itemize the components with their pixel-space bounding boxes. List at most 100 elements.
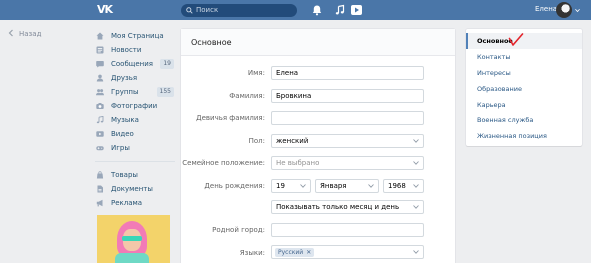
search-input[interactable]: Поиск bbox=[181, 4, 297, 17]
play-icon bbox=[355, 7, 359, 13]
back-label: Назад bbox=[19, 30, 42, 38]
maiden-name-field[interactable] bbox=[271, 111, 424, 125]
birth-month-value: Января bbox=[320, 182, 347, 190]
menu-item-label: Моя Страница bbox=[111, 32, 164, 40]
marital-status-select[interactable]: Не выбрано bbox=[271, 156, 424, 170]
menu-item-my-page[interactable]: Моя Страница bbox=[95, 29, 175, 43]
nav-item-education[interactable]: Образование bbox=[466, 81, 582, 97]
menu-item-label: Видео bbox=[111, 130, 134, 138]
chevron-down-icon bbox=[300, 184, 306, 188]
gender-select[interactable]: женский bbox=[271, 134, 424, 148]
gender-value: женский bbox=[276, 137, 309, 145]
menu-item-games[interactable]: Игры bbox=[95, 141, 175, 155]
birth-day-value: 19 bbox=[276, 182, 285, 190]
section-nav: Основное Контакты Интересы Образование К… bbox=[466, 29, 582, 146]
music-icon[interactable] bbox=[334, 4, 346, 16]
vk-logo[interactable]: VK bbox=[97, 4, 115, 16]
search-icon bbox=[186, 7, 193, 14]
top-bar: VK Поиск Елена bbox=[0, 0, 591, 20]
game-icon bbox=[96, 146, 104, 151]
menu-item-label: Группы bbox=[111, 88, 139, 96]
marital-status-value: Не выбрано bbox=[276, 159, 320, 167]
birth-month-select[interactable]: Января bbox=[315, 179, 379, 193]
birthday-visibility-select[interactable]: Показывать только месяц и день bbox=[271, 200, 424, 214]
menu-item-goods[interactable]: Товары bbox=[95, 168, 175, 182]
megaphone-icon bbox=[96, 199, 103, 207]
gender-label: Пол: bbox=[248, 137, 265, 145]
menu-item-label: Друзья bbox=[111, 74, 138, 82]
video-icon bbox=[96, 131, 104, 137]
camera-icon bbox=[96, 103, 104, 109]
menu-item-label: Реклама bbox=[111, 199, 143, 207]
music-icon bbox=[96, 116, 104, 124]
ad-figure-body bbox=[115, 253, 149, 263]
menu-item-groups[interactable]: Группы 155 bbox=[95, 85, 175, 99]
maiden-name-label: Девичья фамилия: bbox=[196, 114, 265, 122]
nav-item-military[interactable]: Военная служба bbox=[466, 112, 582, 128]
birthday-label: День рождения: bbox=[204, 182, 265, 190]
birth-year-select[interactable]: 1968 bbox=[383, 179, 424, 193]
birth-day-select[interactable]: 19 bbox=[271, 179, 311, 193]
menu-item-label: Документы bbox=[111, 185, 153, 193]
menu-item-label: Товары bbox=[111, 171, 138, 179]
groups-count-badge: 155 bbox=[156, 87, 174, 97]
menu-item-label: Новости bbox=[111, 46, 142, 54]
hometown-field[interactable] bbox=[271, 223, 424, 237]
left-menu: Моя Страница Новости Сообщения 19 Друзья… bbox=[95, 29, 175, 210]
play-button[interactable] bbox=[351, 5, 362, 15]
menu-item-friends[interactable]: Друзья bbox=[95, 71, 175, 85]
last-name-field[interactable]: Бровкина bbox=[271, 89, 424, 103]
chevron-down-icon bbox=[413, 205, 419, 209]
avatar[interactable] bbox=[556, 2, 572, 18]
back-link[interactable]: Назад bbox=[8, 29, 41, 39]
chevron-down-icon bbox=[413, 184, 419, 188]
nav-item-interests[interactable]: Интересы bbox=[466, 65, 582, 81]
search-placeholder: Поиск bbox=[196, 6, 219, 14]
menu-divider bbox=[95, 161, 175, 162]
first-name-field[interactable]: Елена bbox=[271, 66, 424, 80]
menu-item-documents[interactable]: Документы bbox=[95, 182, 175, 196]
friend-icon bbox=[96, 74, 104, 82]
menu-item-music[interactable]: Музыка bbox=[95, 113, 175, 127]
ad-figure-glasses bbox=[122, 236, 142, 241]
chevron-down-icon[interactable] bbox=[575, 8, 580, 13]
nav-item-career[interactable]: Карьера bbox=[466, 97, 582, 113]
card-header: Основное bbox=[181, 29, 455, 56]
messages-count-badge: 19 bbox=[160, 59, 174, 69]
marital-status-label: Семейное положение: bbox=[182, 159, 265, 167]
languages-select[interactable]: Русский ✕ bbox=[271, 245, 424, 259]
language-chip[interactable]: Русский ✕ bbox=[275, 248, 315, 257]
menu-item-news[interactable]: Новости bbox=[95, 43, 175, 57]
menu-item-label: Игры bbox=[111, 144, 130, 152]
menu-item-label: Фотографии bbox=[111, 102, 158, 110]
nav-item-contacts[interactable]: Контакты bbox=[466, 49, 582, 65]
shop-icon bbox=[96, 171, 104, 179]
remove-icon[interactable]: ✕ bbox=[306, 249, 311, 256]
menu-item-video[interactable]: Видео bbox=[95, 127, 175, 141]
menu-item-messages[interactable]: Сообщения 19 bbox=[95, 57, 175, 71]
home-icon bbox=[96, 32, 104, 40]
group-icon bbox=[96, 89, 104, 96]
checkmark-icon bbox=[508, 33, 524, 46]
birthday-visibility-value: Показывать только месяц и день bbox=[276, 203, 400, 211]
menu-item-photos[interactable]: Фотографии bbox=[95, 99, 175, 113]
chevron-down-icon bbox=[413, 139, 419, 143]
ad-banner-image[interactable] bbox=[97, 215, 170, 263]
news-icon bbox=[96, 46, 104, 54]
birth-year-value: 1968 bbox=[388, 182, 406, 190]
hometown-label: Родной город: bbox=[212, 226, 265, 234]
user-name[interactable]: Елена bbox=[535, 5, 557, 14]
chevron-left-icon bbox=[8, 29, 13, 37]
menu-item-label: Сообщения bbox=[111, 60, 154, 68]
first-name-label: Имя: bbox=[247, 69, 265, 77]
document-icon bbox=[97, 185, 103, 193]
last-name-label: Фамилия: bbox=[229, 92, 265, 100]
nav-item-basic[interactable]: Основное bbox=[466, 33, 582, 49]
nav-item-life-position[interactable]: Жизненная позиция bbox=[466, 128, 582, 144]
card-title: Основное bbox=[191, 38, 232, 47]
language-chip-label: Русский bbox=[278, 249, 304, 256]
languages-label: Языки: bbox=[239, 249, 265, 257]
profile-edit-card: Основное Имя: Елена Фамилия: Бровкина Де… bbox=[181, 29, 455, 263]
bell-icon[interactable] bbox=[311, 4, 323, 16]
menu-item-ads[interactable]: Реклама bbox=[95, 196, 175, 210]
